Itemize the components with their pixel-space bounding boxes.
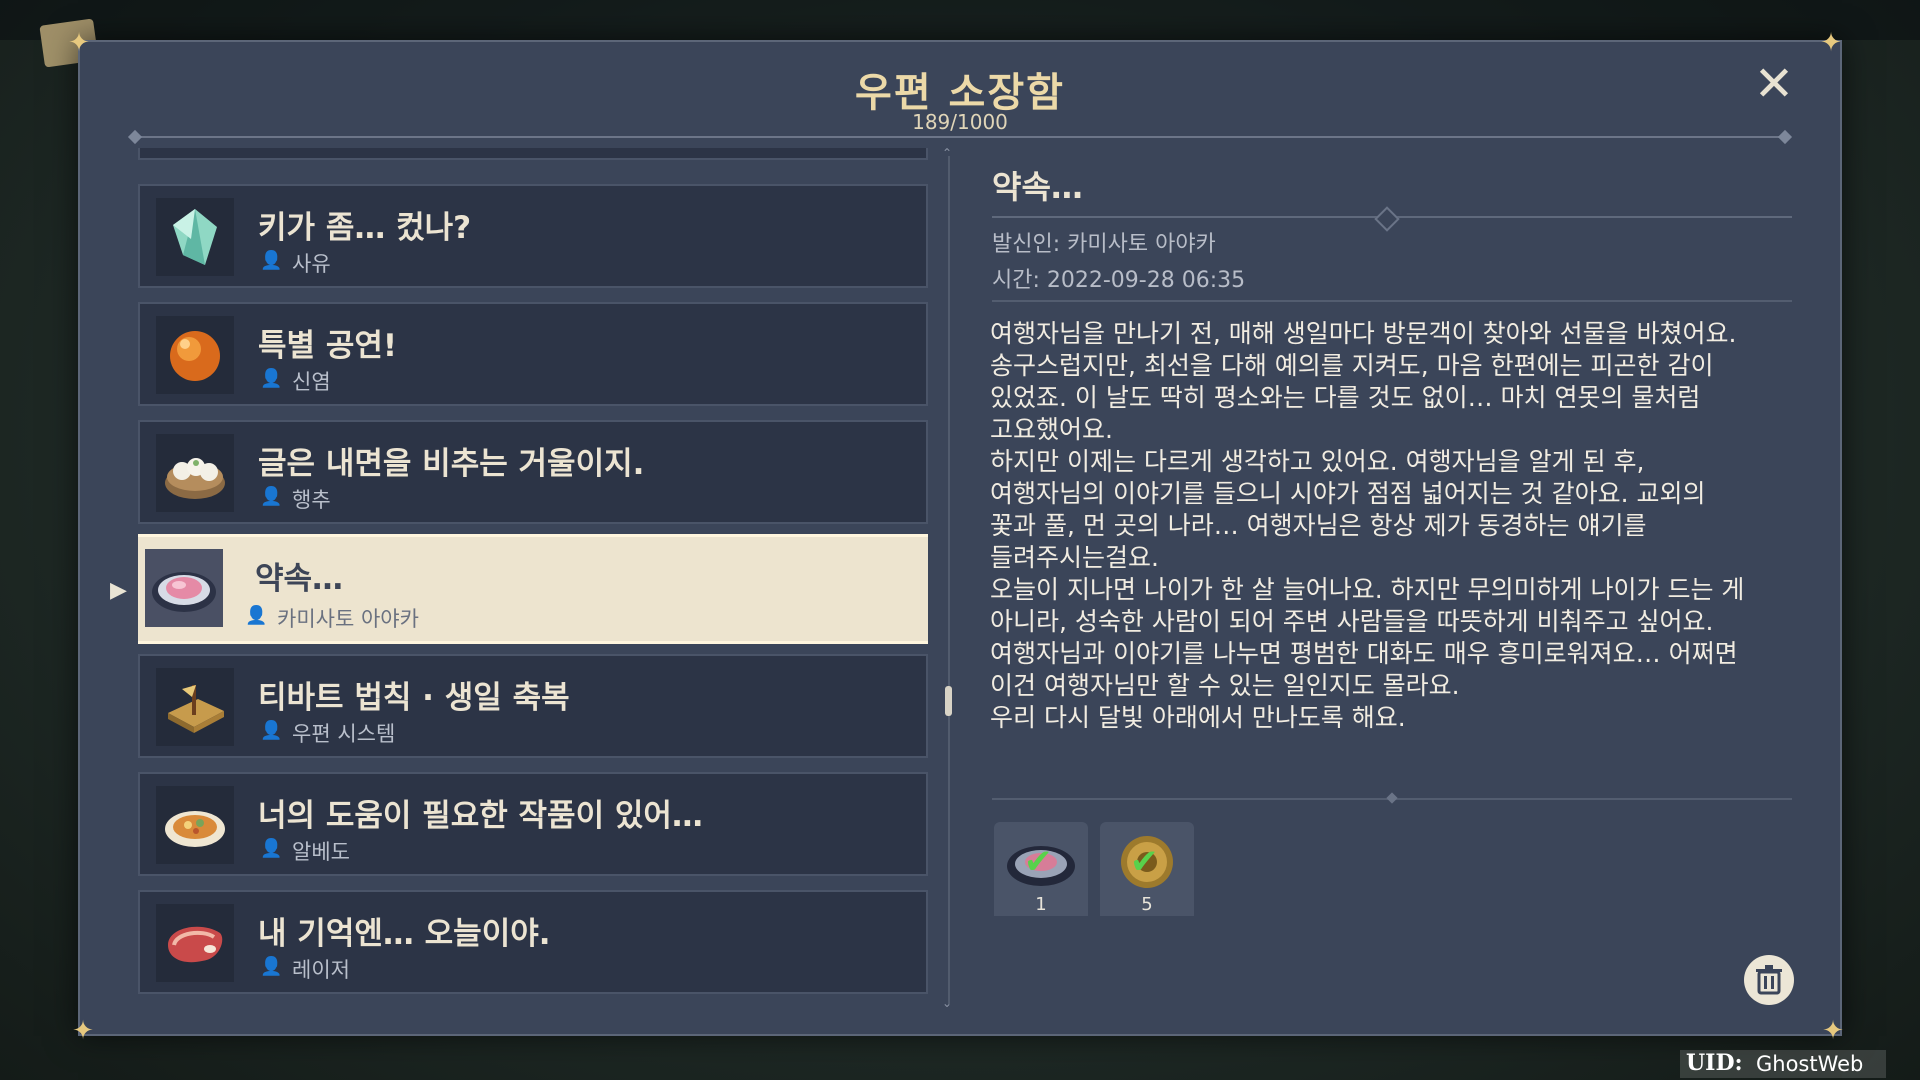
- uid-label: UID:: [1686, 1050, 1743, 1076]
- attachment-item[interactable]: ✔ 5: [1100, 822, 1194, 916]
- mail-sender: 알베도: [292, 840, 350, 864]
- mail-subject: 너의 도움이 필요한 작품이 있어…: [258, 798, 703, 834]
- mail-sender: 사유: [292, 252, 331, 276]
- mail-subject: 글은 내면을 비추는 거울이지.: [258, 446, 645, 482]
- delete-button[interactable]: [1744, 955, 1794, 1005]
- detail-subject: 약속…: [992, 168, 1083, 206]
- attachment-count: 1: [1035, 894, 1047, 915]
- mail-sender: 레이저: [292, 958, 350, 982]
- mail-list[interactable]: 키가 좀… 컸나? 👤 사유 특별 공연! 👤 신염 글은 내면을 비추는 거울…: [138, 148, 928, 1008]
- list-item[interactable]: 내 기억엔… 오늘이야. 👤 레이저: [138, 890, 928, 994]
- mail-subject: 티바트 법칙 · 생일 축복: [258, 680, 570, 716]
- mail-subject: 키가 좀… 컸나?: [258, 210, 472, 246]
- orange-gem-icon: [156, 316, 234, 394]
- person-icon: 👤: [260, 720, 283, 741]
- mail-sender: 우편 시스템: [292, 722, 396, 746]
- detail-divider: [992, 216, 1792, 218]
- body-line: 여행자님을 만나기 전, 매해 생일마다 방문객이 찾아와 선물을 바쳤어요.: [990, 319, 1737, 348]
- attachment-count: 5: [1141, 894, 1153, 915]
- body-line: 이건 여행자님만 할 수 있는 일인지도 몰라요.: [990, 671, 1460, 700]
- body-line: 고요했어요.: [990, 415, 1113, 444]
- close-icon: ✕: [1753, 56, 1795, 112]
- mail-subject: 특별 공연!: [258, 328, 398, 364]
- title-divider: [130, 136, 1790, 138]
- dish-icon: [145, 549, 223, 627]
- gift-box-icon: [156, 668, 234, 746]
- scrollbar-thumb[interactable]: [945, 686, 952, 716]
- detail-sender: 발신인: 카미사토 아야카: [992, 232, 1216, 257]
- person-icon: 👤: [260, 486, 283, 507]
- mail-count: 189/1000: [912, 110, 1008, 134]
- mail-subject: 내 기억엔… 오늘이야.: [258, 916, 551, 952]
- body-line: 여행자님과 이야기를 나누면 평범한 대화도 매우 흥미로워져요… 어쩌면: [990, 639, 1738, 668]
- close-button[interactable]: ✕: [1752, 60, 1796, 108]
- detail-body: 여행자님을 만나기 전, 매해 생일마다 방문객이 찾아와 선물을 바쳤어요. …: [990, 318, 1790, 734]
- scrollbar-track[interactable]: [948, 156, 950, 1004]
- detail-divider: [992, 798, 1792, 800]
- person-icon: 👤: [245, 605, 268, 626]
- body-line: 들려주시는걸요.: [990, 543, 1159, 572]
- person-icon: 👤: [260, 368, 283, 389]
- detail-divider: [992, 300, 1792, 302]
- detail-time: 시간: 2022-09-28 06:35: [992, 268, 1246, 293]
- list-item[interactable]: 너의 도움이 필요한 작품이 있어… 👤 알베도: [138, 772, 928, 876]
- body-line: 하지만 이제는 다르게 생각하고 있어요. 여행자님을 알게 된 후,: [990, 447, 1645, 476]
- selection-arrow-icon: ▶: [110, 578, 127, 603]
- list-item[interactable]: 키가 좀… 컸나? 👤 사유: [138, 184, 928, 288]
- crystal-icon: [156, 198, 234, 276]
- body-line: 아니라, 성숙한 사람이 되어 주변 사람들을 따뜻하게 비춰주고 싶어요.: [990, 607, 1714, 636]
- list-item[interactable]: [138, 148, 928, 160]
- meat-icon: [156, 904, 234, 982]
- plate-food-icon: [156, 786, 234, 864]
- body-line: 송구스럽지만, 최선을 다해 예의를 지켜도, 마음 한편에는 피곤한 감이: [990, 351, 1714, 380]
- mail-sender: 카미사토 아야카: [277, 607, 419, 631]
- corner-ornament-icon: ✦: [1822, 1016, 1844, 1046]
- body-line: 우리 다시 달빛 아래에서 만나도록 해요.: [990, 703, 1406, 732]
- body-line: 꽃과 풀, 먼 곳의 나라… 여행자님은 항상 제가 동경하는 얘기를: [990, 511, 1647, 540]
- body-line: 여행자님의 이야기를 들으니 시야가 점점 넓어지는 것 같아요. 교외의: [990, 479, 1706, 508]
- list-item[interactable]: 특별 공연! 👤 신염: [138, 302, 928, 406]
- body-line: 오늘이 지나면 나이가 한 살 늘어나요. 하지만 무의미하게 나이가 드는 게: [990, 575, 1745, 604]
- check-icon: ✔: [1024, 842, 1053, 882]
- person-icon: 👤: [260, 956, 283, 977]
- uid-value: GhostWeb: [1756, 1052, 1864, 1076]
- dumpling-basket-icon: [156, 434, 234, 512]
- trash-icon: [1756, 965, 1782, 995]
- person-icon: 👤: [260, 838, 283, 859]
- corner-ornament-icon: ✦: [72, 1016, 94, 1046]
- mail-sender: 신염: [292, 370, 331, 394]
- check-icon: ✔: [1130, 842, 1159, 882]
- mail-sender: 행추: [292, 488, 331, 512]
- body-line: 있었죠. 이 날도 딱히 평소와는 다를 것도 없이… 마치 연못의 물처럼: [990, 383, 1701, 412]
- corner-ornament-icon: ✦: [1820, 28, 1842, 58]
- list-item[interactable]: 글은 내면을 비추는 거울이지. 👤 행추: [138, 420, 928, 524]
- corner-ornament-icon: ✦: [68, 28, 90, 58]
- scroll-down-icon[interactable]: ⌄: [942, 996, 952, 1010]
- background-top-bar: [0, 0, 1920, 40]
- list-item[interactable]: 티바트 법칙 · 생일 축복 👤 우편 시스템: [138, 654, 928, 758]
- person-icon: 👤: [260, 250, 283, 271]
- mail-subject: 약속…: [255, 561, 344, 597]
- attachment-item[interactable]: ✔ 1: [994, 822, 1088, 916]
- list-item-selected[interactable]: 약속… 👤 카미사토 아야카: [138, 534, 928, 644]
